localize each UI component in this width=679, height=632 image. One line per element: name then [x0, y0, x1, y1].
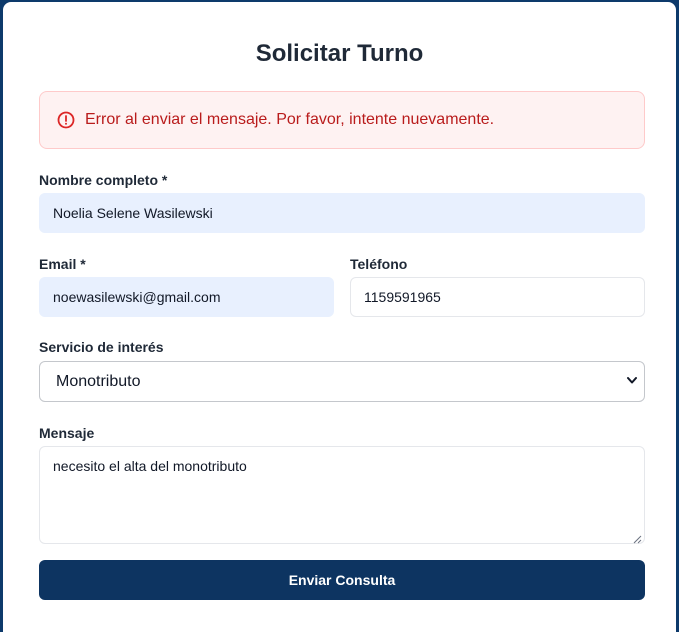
submit-button[interactable]: Enviar Consulta [39, 560, 645, 600]
service-select[interactable]: Monotributo [39, 361, 645, 402]
email-value: noewasilewski@gmail.com [53, 289, 221, 305]
message-textarea[interactable]: necesito el alta del monotributo [39, 446, 645, 544]
error-alert: Error al enviar el mensaje. Por favor, i… [39, 91, 645, 149]
form-card: Solicitar Turno Error al enviar el mensa… [3, 2, 676, 632]
full-name-value: Noelia Selene Wasilewski [53, 205, 213, 221]
phone-value: 1159591965 [364, 289, 441, 305]
name-label: Nombre completo * [39, 172, 168, 188]
alert-circle-icon [57, 111, 75, 129]
page-title: Solicitar Turno [255, 40, 424, 67]
error-message: Error al enviar el mensaje. Por favor, i… [85, 111, 495, 128]
full-name-input[interactable]: Noelia Selene Wasilewski [39, 193, 645, 233]
phone-label: Teléfono [350, 256, 408, 272]
message-label: Mensaje [39, 425, 95, 441]
service-label: Servicio de interés [39, 339, 164, 355]
email-label: Email * [39, 256, 86, 272]
phone-input[interactable]: 1159591965 [350, 277, 645, 317]
chevron-down-icon [626, 373, 638, 391]
email-input[interactable]: noewasilewski@gmail.com [39, 277, 334, 317]
message-value: necesito el alta del monotributo [53, 458, 247, 474]
service-value: Monotributo [56, 372, 141, 390]
resize-handle-icon[interactable] [632, 531, 642, 544]
